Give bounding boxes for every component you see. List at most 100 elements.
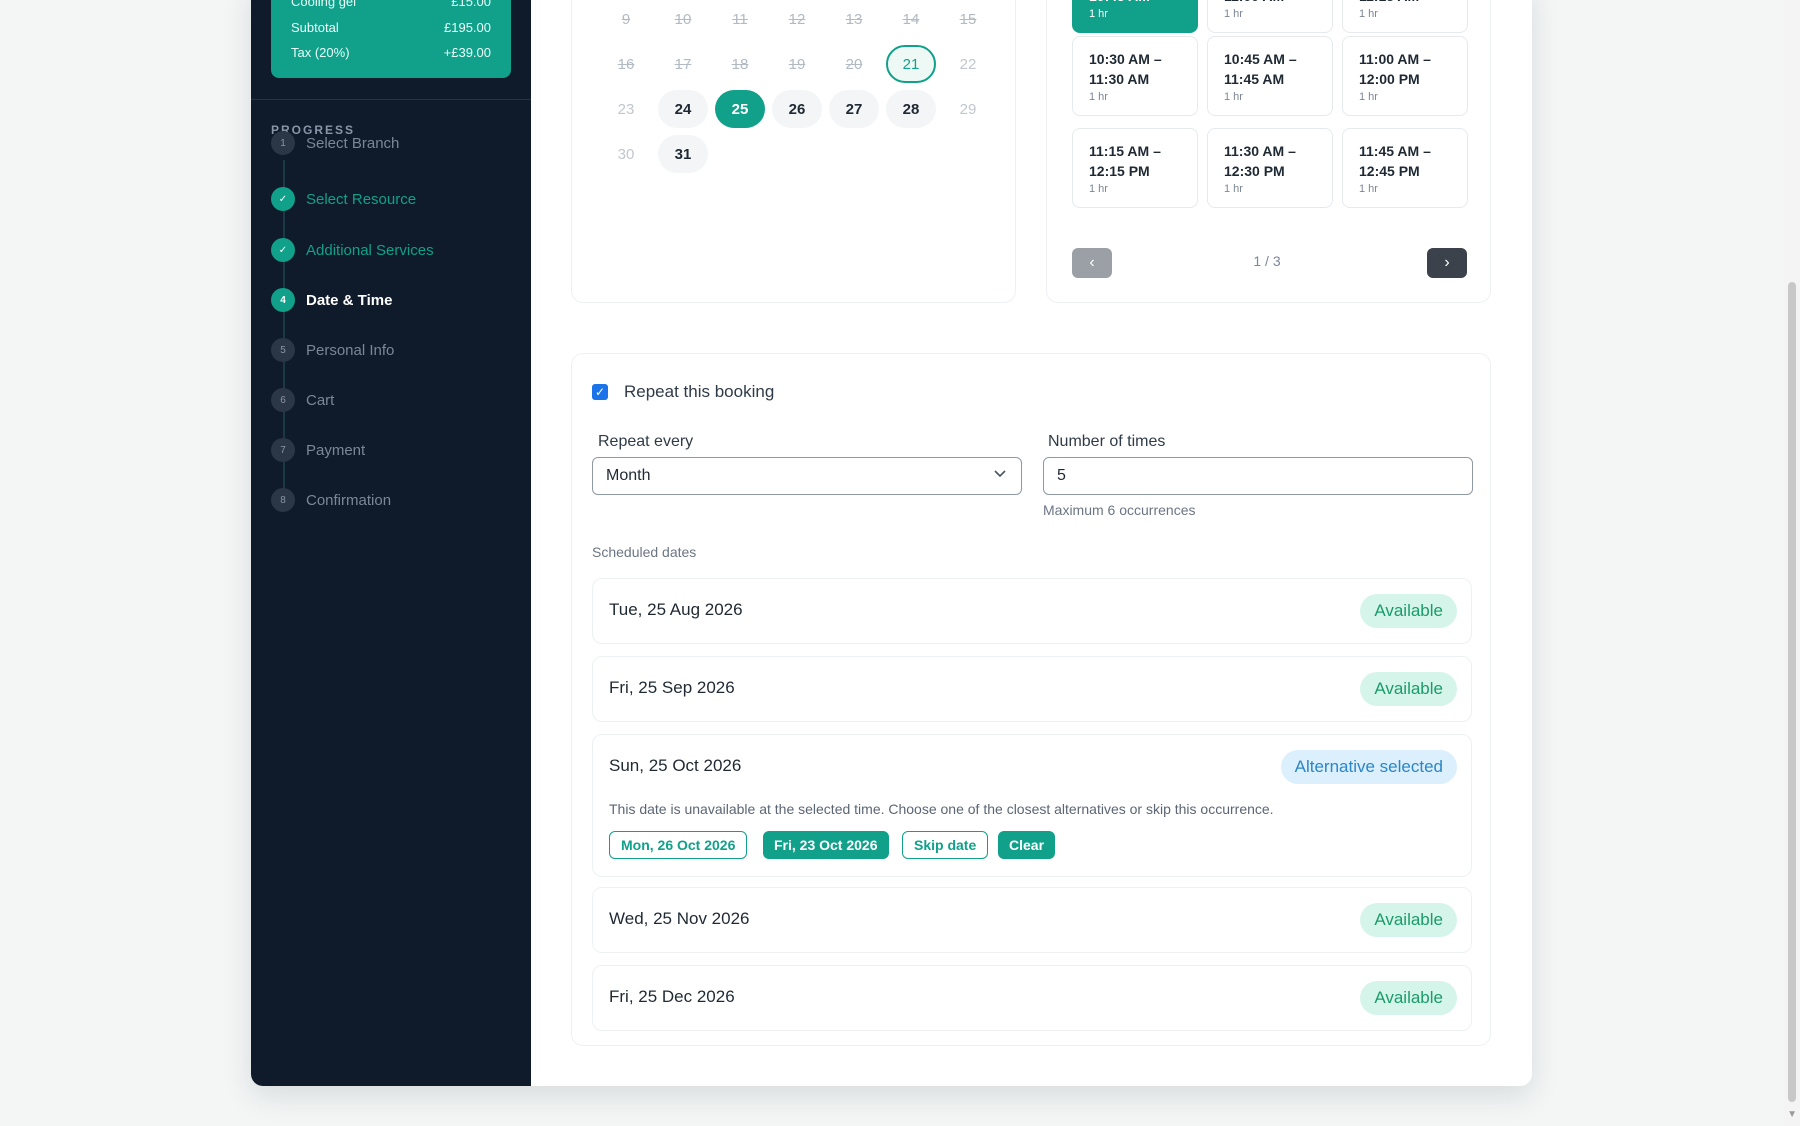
calendar-day[interactable]: 27 — [829, 90, 879, 128]
main-content: 9 10 11 12 13 14 15 16 17 18 19 20 21 22 23 24 25 26 27 28 2… — [531, 0, 1532, 1086]
step-label: Select Branch — [306, 134, 400, 152]
calendar-day: 18 — [731, 55, 749, 73]
step-number: 7 — [271, 438, 295, 462]
scheduled-date-row: Wed, 25 Nov 2026 Available — [592, 887, 1472, 953]
step-label: Payment — [306, 441, 366, 459]
time-slot-duration: 1 hr — [1359, 91, 1378, 103]
time-slot-range: 11:00 AM – 12:00 PM — [1359, 51, 1431, 87]
chevron-left-icon: ‹ — [1089, 254, 1095, 271]
step-check-icon: ✓ — [271, 187, 295, 211]
alternative-option-button[interactable]: Fri, 23 Oct 2026 — [763, 831, 889, 859]
step-number: 1 — [271, 131, 295, 155]
scheduled-date-row: Fri, 25 Sep 2026 Available — [592, 656, 1472, 722]
calendar-day: 14 — [902, 10, 920, 28]
scheduled-date-row: Tue, 25 Aug 2026 Available — [592, 578, 1472, 644]
calendar-day: 13 — [845, 10, 863, 28]
calendar-day: 9 — [621, 10, 631, 28]
page-indicator: 1 / 3 — [1253, 253, 1281, 269]
time-slot-range: 11:15 AM – 12:15 PM — [1089, 143, 1161, 179]
max-occurrences-hint: Maximum 6 occurrences — [1043, 502, 1196, 518]
scrollbar-thumb[interactable] — [1788, 282, 1796, 1102]
number-of-times-value: 5 — [1057, 467, 1066, 484]
summary-row-tax: Tax (20%) +£39.00 — [291, 45, 491, 60]
status-badge: Alternative selected — [1280, 750, 1457, 784]
calendar-day: 16 — [617, 55, 635, 73]
repeat-booking-panel: ✓ Repeat this booking Repeat every Month… — [571, 353, 1491, 1046]
repeat-every-label: Repeat every — [598, 433, 694, 450]
time-slot[interactable]: 10:45 AM – 11:45 AM 1 hr — [1207, 36, 1333, 116]
calendar-day: 23 — [617, 100, 635, 118]
time-slot-range: 11:45 AM – 12:45 PM — [1359, 143, 1431, 179]
scroll-down-arrow-icon[interactable]: ▼ — [1787, 1109, 1797, 1120]
time-slot-range: 10:15 AM – 11:15 AM — [1359, 0, 1451, 6]
time-slot[interactable]: 10:15 AM – 11:15 AM 1 hr — [1342, 0, 1468, 33]
calendar-day: 29 — [959, 100, 977, 118]
next-page-button[interactable]: › — [1427, 248, 1467, 278]
step-label: Confirmation — [306, 491, 392, 509]
step-label: Additional Services — [306, 241, 434, 259]
sidebar-divider — [251, 99, 531, 100]
prev-page-button[interactable]: ‹ — [1072, 248, 1112, 278]
number-of-times-input[interactable]: 5 — [1043, 457, 1473, 495]
status-badge: Available — [1360, 903, 1457, 937]
calendar-day: 10 — [674, 10, 692, 28]
repeat-every-select[interactable]: Month — [592, 457, 1022, 495]
calendar-day: 17 — [674, 55, 692, 73]
time-slot-duration: 1 hr — [1224, 183, 1243, 195]
calendar-day[interactable]: 25 — [715, 90, 765, 128]
summary-value: £195.00 — [444, 20, 491, 35]
progress-step: 6 Cart — [271, 387, 334, 413]
calendar-day: 30 — [617, 145, 635, 163]
booking-card: Cooling gel £15.00 Subtotal £195.00 Tax … — [251, 0, 1532, 1086]
status-badge: Available — [1360, 594, 1457, 628]
time-slot-duration: 1 hr — [1224, 8, 1243, 20]
scheduled-date: Fri, 25 Dec 2026 — [609, 987, 735, 1006]
progress-step: 1 Select Branch — [271, 130, 399, 156]
scheduled-date: Wed, 25 Nov 2026 — [609, 909, 750, 928]
calendar-day[interactable]: 26 — [772, 90, 822, 128]
time-slot[interactable]: 11:45 AM – 12:45 PM 1 hr — [1342, 128, 1468, 208]
time-slot-range: 9:45 AM – 10:45 AM — [1089, 0, 1181, 6]
calendar-day: 15 — [959, 10, 977, 28]
time-slot[interactable]: 11:00 AM – 12:00 PM 1 hr — [1342, 36, 1468, 116]
time-slot-duration: 1 hr — [1359, 8, 1378, 20]
progress-step: ✓ Select Resource — [271, 186, 416, 212]
chevron-right-icon: › — [1444, 254, 1450, 271]
unavailable-note: This date is unavailable at the selected… — [609, 801, 1274, 817]
calendar-day[interactable]: 24 — [658, 90, 708, 128]
summary-value: +£39.00 — [443, 45, 491, 60]
time-slot-range: 10:45 AM – 11:45 AM — [1224, 51, 1297, 87]
calendar-day[interactable]: 31 — [658, 135, 708, 173]
time-slot-range: 11:30 AM – 12:30 PM — [1224, 143, 1296, 179]
time-slot-duration: 1 hr — [1089, 8, 1108, 20]
check-icon: ✓ — [594, 385, 606, 399]
step-number: 4 — [271, 288, 295, 312]
calendar-day: 12 — [788, 10, 806, 28]
step-number: 5 — [271, 338, 295, 362]
time-slot-range: 10:30 AM – 11:30 AM — [1089, 51, 1162, 87]
time-slot-duration: 1 hr — [1224, 91, 1243, 103]
time-slot[interactable]: 10:30 AM – 11:30 AM 1 hr — [1072, 36, 1198, 116]
page-scrollbar[interactable]: ▼ — [1784, 0, 1800, 1126]
step-label: Select Resource — [306, 190, 417, 208]
time-slot[interactable]: 11:30 AM – 12:30 PM 1 hr — [1207, 128, 1333, 208]
progress-step: 5 Personal Info — [271, 337, 394, 363]
alternative-option-button[interactable]: Clear — [998, 831, 1056, 859]
time-slot[interactable]: 9:45 AM – 10:45 AM 1 hr — [1072, 0, 1198, 33]
step-check-icon: ✓ — [271, 238, 295, 262]
summary-label: Subtotal — [291, 20, 339, 35]
progress-step: 8 Confirmation — [271, 487, 391, 513]
time-slot[interactable]: 11:15 AM – 12:15 PM 1 hr — [1072, 128, 1198, 208]
calendar-day[interactable]: 28 — [886, 90, 936, 128]
alternative-option-button[interactable]: Skip date — [902, 831, 989, 859]
calendar-day[interactable]: 21 — [886, 45, 936, 83]
sidebar: Cooling gel £15.00 Subtotal £195.00 Tax … — [251, 0, 531, 1086]
time-slot[interactable]: 10:00 AM – 11:00 AM 1 hr — [1207, 0, 1333, 33]
repeat-checkbox[interactable]: ✓ — [592, 384, 608, 400]
status-badge: Available — [1360, 672, 1457, 706]
calendar-panel: 9 10 11 12 13 14 15 16 17 18 19 20 21 22 23 24 25 26 27 28 2… — [571, 0, 1016, 303]
progress-step: 4 Date & Time — [271, 287, 392, 313]
alternative-option-button[interactable]: Mon, 26 Oct 2026 — [609, 831, 748, 859]
summary-row-subtotal: Subtotal £195.00 — [291, 20, 491, 35]
step-number: 6 — [271, 388, 295, 412]
